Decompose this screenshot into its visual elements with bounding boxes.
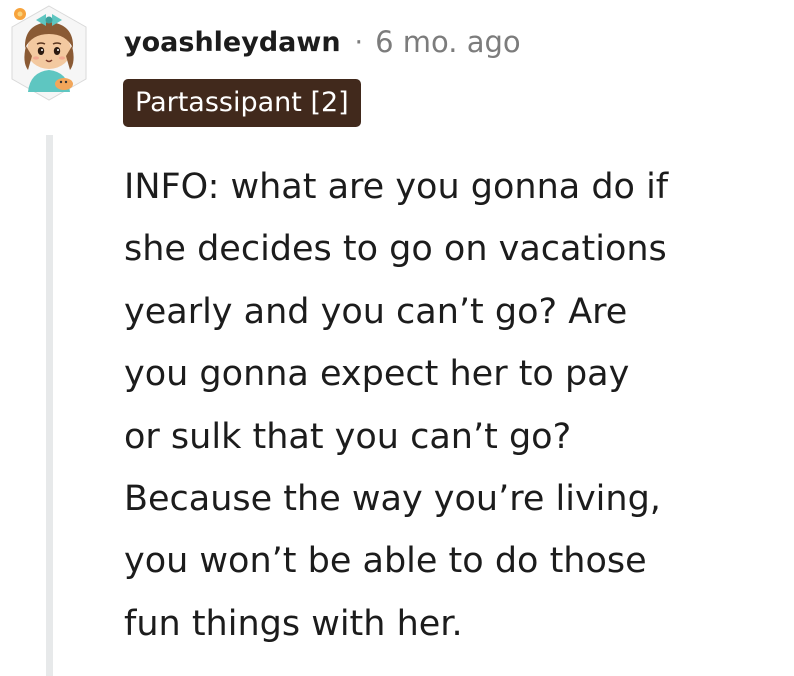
user-avatar-icon[interactable] — [6, 0, 92, 106]
username-link[interactable]: yoashleydawn — [124, 27, 341, 58]
user-flair-badge: Partassipant [2] — [123, 79, 361, 127]
comment-body-line: Because the way you’re living, — [124, 479, 661, 520]
comment-body: INFO: what are you gonna do if she decid… — [124, 156, 774, 655]
meta-separator: · — [354, 26, 364, 58]
comment-body-line: or sulk that you can’t go? — [124, 416, 572, 457]
comment-age[interactable]: 6 mo. ago — [375, 25, 521, 59]
thread-collapse-line[interactable] — [46, 135, 53, 676]
comment-body-line: fun things with her. — [124, 603, 463, 644]
comment-body-line: INFO: what are you gonna do if — [124, 167, 669, 207]
comment-body-line: yearly and you can’t go? Are — [124, 291, 628, 332]
comment-body-line: you gonna expect her to pay — [124, 354, 630, 395]
comment: yoashleydawn · 6 mo. ago Partassipant [2… — [0, 0, 794, 676]
comment-header: yoashleydawn · 6 mo. ago — [124, 20, 521, 64]
comment-body-line: she decides to go on vacations — [124, 229, 667, 270]
comment-body-line: you won’t be able to do those — [124, 541, 647, 582]
